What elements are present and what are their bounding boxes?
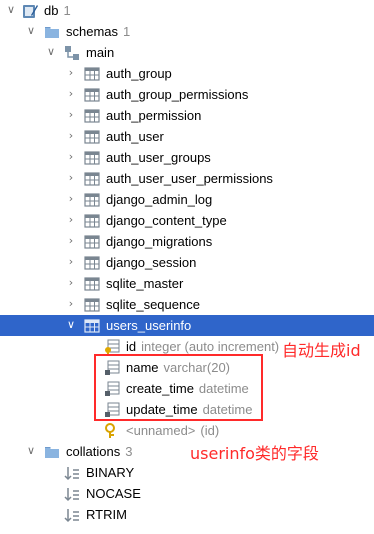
table-row[interactable]: › auth_user_groups [0,147,374,168]
collation-label: NOCASE [86,486,141,501]
table-label: sqlite_master [106,276,184,291]
table-label: auth_user_groups [106,150,211,165]
chevron-down-icon[interactable]: ∨ [26,444,36,458]
table-label: django_admin_log [106,192,213,207]
tree-node-schemas[interactable]: ∨ schemas 1 [0,21,374,42]
sort-icon [64,507,80,523]
chevron-right-icon[interactable]: › [66,66,76,80]
chevron-right-icon[interactable]: › [66,87,76,101]
db-label: db 1 [44,3,71,18]
table-row[interactable]: › django_migrations [0,231,374,252]
table-icon [84,318,100,334]
table-row[interactable]: › django_content_type [0,210,374,231]
key-icon [104,423,120,439]
table-icon [84,66,100,82]
chevron-right-icon[interactable]: › [66,234,76,248]
database-icon [22,3,38,19]
table-label: users_userinfo [106,318,192,333]
chevron-down-icon[interactable]: ∨ [6,3,16,17]
table-label: django_session [106,255,197,270]
chevron-right-icon[interactable]: › [66,213,76,227]
table-row[interactable]: › django_session [0,252,374,273]
schemas-label: schemas 1 [66,24,131,39]
table-icon [84,171,100,187]
tree-node-db[interactable]: ∨ db 1 [0,0,374,21]
table-icon [84,276,100,292]
table-icon [84,129,100,145]
table-row[interactable]: › sqlite_master [0,273,374,294]
sort-icon [64,486,80,502]
annotation-fields-note: userinfo类的字段 [190,444,319,463]
highlight-box [94,354,263,421]
collation-label: BINARY [86,465,135,480]
key-row[interactable]: <unnamed> (id) [0,420,374,441]
table-label: auth_group_permissions [106,87,249,102]
tree-node-main[interactable]: ∨ main [0,42,374,63]
table-icon [84,213,100,229]
schema-icon [64,45,80,61]
table-row[interactable]: › auth_permission [0,105,374,126]
chevron-right-icon[interactable]: › [66,297,76,311]
table-icon [84,108,100,124]
table-label: django_migrations [106,234,213,249]
collations-label: collations 3 [66,444,133,459]
table-label: auth_group [106,66,172,81]
table-label: auth_user_user_permissions [106,171,273,186]
chevron-right-icon[interactable]: › [66,192,76,206]
table-row[interactable]: › sqlite_sequence [0,294,374,315]
primary-key-column-icon [104,339,120,355]
table-icon [84,87,100,103]
chevron-right-icon[interactable]: › [66,150,76,164]
chevron-down-icon[interactable]: ∨ [66,318,76,332]
chevron-right-icon[interactable]: › [66,276,76,290]
chevron-right-icon[interactable]: › [66,171,76,185]
collation-label: RTRIM [86,507,127,522]
annotation-id-note: 自动生成id [282,341,361,360]
table-row[interactable]: › auth_user_user_permissions [0,168,374,189]
table-row[interactable]: › auth_group_permissions [0,84,374,105]
table-label: django_content_type [106,213,227,228]
chevron-right-icon[interactable]: › [66,255,76,269]
chevron-right-icon[interactable]: › [66,108,76,122]
chevron-down-icon[interactable]: ∨ [46,45,56,59]
column-label: id integer (auto increment) [126,339,280,354]
table-icon [84,255,100,271]
table-icon [84,192,100,208]
tree-node-users-userinfo[interactable]: ∨ users_userinfo [0,315,374,336]
table-row[interactable]: › django_admin_log [0,189,374,210]
collation-row[interactable]: NOCASE [0,483,374,504]
table-icon [84,297,100,313]
table-icon [84,150,100,166]
table-label: auth_user [106,129,164,144]
table-label: auth_permission [106,108,202,123]
collation-row[interactable]: BINARY [0,462,374,483]
table-row[interactable]: › auth_group [0,63,374,84]
folder-icon [44,24,60,40]
collation-row[interactable]: RTRIM [0,504,374,525]
chevron-down-icon[interactable]: ∨ [26,24,36,38]
key-label: <unnamed> (id) [126,423,220,438]
table-row[interactable]: › auth_user [0,126,374,147]
folder-icon [44,444,60,460]
table-icon [84,234,100,250]
sort-icon [64,465,80,481]
main-label: main [86,45,115,60]
chevron-right-icon[interactable]: › [66,129,76,143]
table-label: sqlite_sequence [106,297,200,312]
